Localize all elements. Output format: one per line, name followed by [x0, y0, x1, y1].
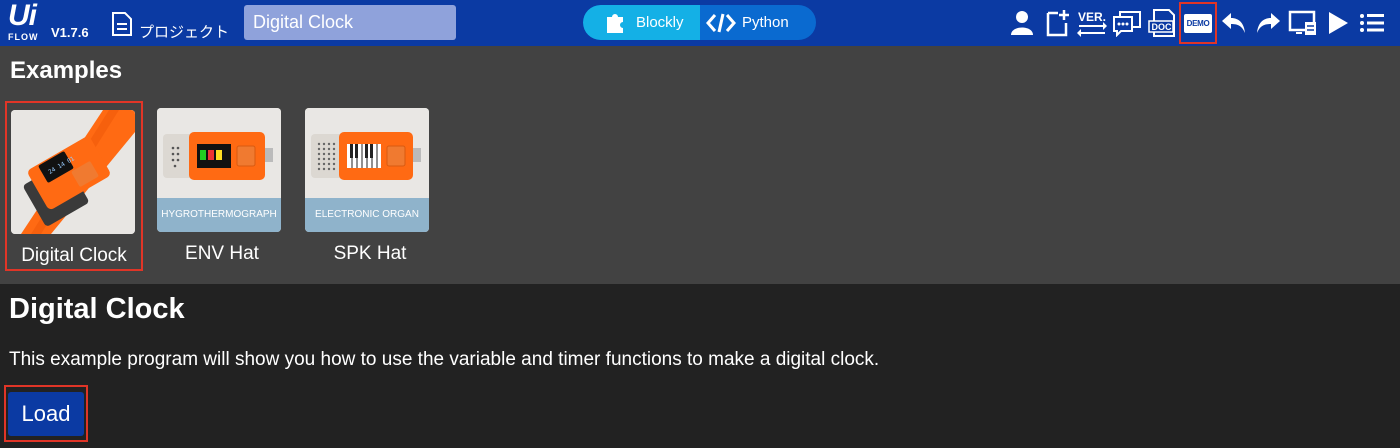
- chat-icon: [1113, 11, 1141, 37]
- svg-text:DOC: DOC: [1152, 22, 1173, 32]
- spk-hat-thumbnail: ELECTRONIC ORGAN: [305, 108, 429, 232]
- logo-text: Ui: [8, 0, 37, 32]
- example-card-label: ENV Hat: [185, 243, 259, 264]
- redo-icon: [1257, 13, 1280, 33]
- undo-icon: [1222, 13, 1245, 33]
- version-icon: VER.: [1077, 10, 1107, 37]
- account-button[interactable]: [1005, 6, 1039, 40]
- device-icon: [1288, 10, 1316, 35]
- uiflow-logo: Ui FLOW: [8, 0, 48, 43]
- example-card-digital-clock[interactable]: 24 14 01 Digital Clock: [5, 101, 143, 271]
- docs-button[interactable]: DOC: [1145, 6, 1179, 40]
- blockly-mode-button[interactable]: Blockly: [583, 5, 700, 40]
- doc-icon: DOC: [1148, 9, 1175, 37]
- version-button[interactable]: VER.: [1075, 6, 1109, 40]
- example-detail-description: This example program will show you how t…: [9, 349, 880, 370]
- undo-button[interactable]: [1217, 6, 1251, 40]
- user-icon: [1011, 11, 1033, 35]
- top-bar: Ui FLOW V1.7.6 プロジェクト Blockly: [0, 0, 1400, 46]
- new-file-icon: [1046, 10, 1069, 37]
- python-label: Python: [742, 14, 789, 31]
- digital-clock-thumbnail: 24 14 01: [11, 110, 135, 234]
- svg-text:VER.: VER.: [1078, 10, 1106, 24]
- puzzle-icon: [603, 11, 627, 39]
- run-icon: [1329, 12, 1348, 34]
- version-label: V1.7.6: [51, 25, 89, 40]
- project-file-icon[interactable]: [110, 11, 134, 42]
- python-mode-button[interactable]: Python: [700, 5, 816, 40]
- mode-switch[interactable]: Blockly Python: [583, 5, 816, 40]
- demo-button[interactable]: DEMO: [1179, 2, 1217, 44]
- code-icon: [706, 12, 736, 38]
- menu-icon: [1360, 14, 1384, 32]
- feedback-button[interactable]: [1110, 6, 1144, 40]
- env-hat-thumbnail: HYGROTHERMOGRAPH: [157, 108, 281, 232]
- examples-heading: Examples: [10, 57, 123, 84]
- run-button[interactable]: [1321, 6, 1355, 40]
- new-file-button[interactable]: [1041, 6, 1075, 40]
- example-card-env-hat[interactable]: HYGROTHERMOGRAPH ENV Hat: [153, 101, 291, 271]
- project-name-input[interactable]: [244, 5, 456, 40]
- blockly-label: Blockly: [636, 14, 684, 31]
- redo-button[interactable]: [1251, 6, 1285, 40]
- load-button[interactable]: Load: [8, 392, 84, 436]
- example-card-label: SPK Hat: [333, 243, 407, 264]
- env-hat-caption: HYGROTHERMOGRAPH: [157, 198, 281, 232]
- device-button[interactable]: [1286, 6, 1320, 40]
- spk-hat-caption: ELECTRONIC ORGAN: [305, 198, 429, 232]
- example-card-spk-hat[interactable]: ELECTRONIC ORGAN SPK Hat: [301, 101, 439, 271]
- example-detail-title: Digital Clock: [9, 293, 185, 325]
- menu-button[interactable]: [1355, 6, 1389, 40]
- project-menu[interactable]: プロジェクト: [139, 21, 229, 42]
- example-card-label: Digital Clock: [21, 245, 127, 266]
- demo-icon: DEMO: [1183, 13, 1213, 33]
- logo-subtext: FLOW: [8, 32, 39, 42]
